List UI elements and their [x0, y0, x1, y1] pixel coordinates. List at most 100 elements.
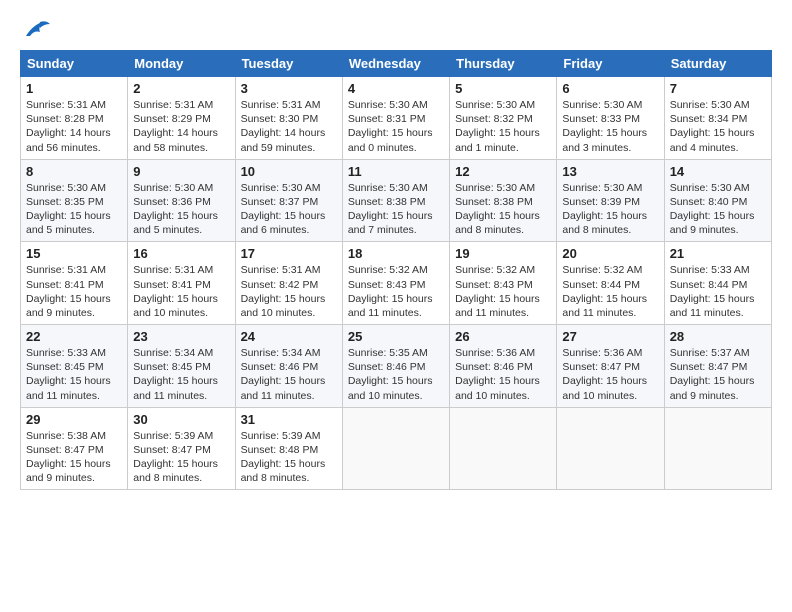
day-info: Sunrise: 5:33 AMSunset: 8:44 PMDaylight:…	[670, 263, 766, 320]
calendar-cell: 14 Sunrise: 5:30 AMSunset: 8:40 PMDayligh…	[664, 159, 771, 242]
calendar-header-friday: Friday	[557, 51, 664, 77]
calendar-cell: 2 Sunrise: 5:31 AMSunset: 8:29 PMDaylight…	[128, 77, 235, 160]
calendar-cell: 12 Sunrise: 5:30 AMSunset: 8:38 PMDayligh…	[450, 159, 557, 242]
calendar-cell: 9 Sunrise: 5:30 AMSunset: 8:36 PMDaylight…	[128, 159, 235, 242]
calendar-header-tuesday: Tuesday	[235, 51, 342, 77]
day-number: 6	[562, 81, 658, 96]
calendar-cell: 5 Sunrise: 5:30 AMSunset: 8:32 PMDaylight…	[450, 77, 557, 160]
day-info: Sunrise: 5:30 AMSunset: 8:32 PMDaylight:…	[455, 98, 551, 155]
day-info: Sunrise: 5:31 AMSunset: 8:42 PMDaylight:…	[241, 263, 337, 320]
day-number: 2	[133, 81, 229, 96]
calendar-cell: 30Sunrise: 5:39 AMSunset: 8:47 PMDayligh…	[128, 407, 235, 490]
calendar-header-row: SundayMondayTuesdayWednesdayThursdayFrid…	[21, 51, 772, 77]
day-info: Sunrise: 5:30 AMSunset: 8:36 PMDaylight:…	[133, 181, 229, 238]
day-number: 19	[455, 246, 551, 261]
day-info: Sunrise: 5:38 AMSunset: 8:47 PMDaylight:…	[26, 429, 122, 486]
calendar-header-thursday: Thursday	[450, 51, 557, 77]
day-info: Sunrise: 5:31 AMSunset: 8:30 PMDaylight:…	[241, 98, 337, 155]
day-number: 12	[455, 164, 551, 179]
day-info: Sunrise: 5:31 AMSunset: 8:29 PMDaylight:…	[133, 98, 229, 155]
day-number: 10	[241, 164, 337, 179]
calendar-cell: 11 Sunrise: 5:30 AMSunset: 8:38 PMDayligh…	[342, 159, 449, 242]
day-info: Sunrise: 5:30 AMSunset: 8:38 PMDaylight:…	[348, 181, 444, 238]
day-info: Sunrise: 5:39 AMSunset: 8:48 PMDaylight:…	[241, 429, 337, 486]
day-number: 16	[133, 246, 229, 261]
day-number: 24	[241, 329, 337, 344]
day-number: 17	[241, 246, 337, 261]
day-info: Sunrise: 5:32 AMSunset: 8:44 PMDaylight:…	[562, 263, 658, 320]
logo-bird-icon	[22, 18, 50, 40]
day-number: 28	[670, 329, 766, 344]
calendar-cell: 6 Sunrise: 5:30 AMSunset: 8:33 PMDaylight…	[557, 77, 664, 160]
day-number: 4	[348, 81, 444, 96]
calendar-cell: 1 Sunrise: 5:31 AMSunset: 8:28 PMDaylight…	[21, 77, 128, 160]
day-info: Sunrise: 5:34 AMSunset: 8:46 PMDaylight:…	[241, 346, 337, 403]
calendar-cell	[450, 407, 557, 490]
calendar-cell: 29 Sunrise: 5:38 AMSunset: 8:47 PMDayligh…	[21, 407, 128, 490]
day-number: 1	[26, 81, 122, 96]
calendar-cell: 21 Sunrise: 5:33 AMSunset: 8:44 PMDayligh…	[664, 242, 771, 325]
day-number: 26	[455, 329, 551, 344]
calendar-table: SundayMondayTuesdayWednesdayThursdayFrid…	[20, 50, 772, 490]
calendar-cell: 31 Sunrise: 5:39 AMSunset: 8:48 PMDayligh…	[235, 407, 342, 490]
day-number: 30	[133, 412, 229, 427]
day-info: Sunrise: 5:31 AMSunset: 8:41 PMDaylight:…	[133, 263, 229, 320]
calendar-cell: 26 Sunrise: 5:36 AMSunset: 8:46 PMDayligh…	[450, 325, 557, 408]
calendar-cell: 7 Sunrise: 5:30 AMSunset: 8:34 PMDaylight…	[664, 77, 771, 160]
day-info: Sunrise: 5:30 AMSunset: 8:33 PMDaylight:…	[562, 98, 658, 155]
calendar-cell	[342, 407, 449, 490]
calendar-header-sunday: Sunday	[21, 51, 128, 77]
calendar-cell: 25 Sunrise: 5:35 AMSunset: 8:46 PMDayligh…	[342, 325, 449, 408]
calendar-cell: 23 Sunrise: 5:34 AMSunset: 8:45 PMDayligh…	[128, 325, 235, 408]
day-info: Sunrise: 5:31 AMSunset: 8:28 PMDaylight:…	[26, 98, 122, 155]
calendar-header-saturday: Saturday	[664, 51, 771, 77]
day-info: Sunrise: 5:31 AMSunset: 8:41 PMDaylight:…	[26, 263, 122, 320]
day-info: Sunrise: 5:35 AMSunset: 8:46 PMDaylight:…	[348, 346, 444, 403]
day-info: Sunrise: 5:30 AMSunset: 8:38 PMDaylight:…	[455, 181, 551, 238]
calendar-cell: 16 Sunrise: 5:31 AMSunset: 8:41 PMDayligh…	[128, 242, 235, 325]
calendar-cell: 20 Sunrise: 5:32 AMSunset: 8:44 PMDayligh…	[557, 242, 664, 325]
day-info: Sunrise: 5:32 AMSunset: 8:43 PMDaylight:…	[348, 263, 444, 320]
logo	[20, 18, 50, 40]
calendar-cell: 28 Sunrise: 5:37 AMSunset: 8:47 PMDayligh…	[664, 325, 771, 408]
calendar-header-wednesday: Wednesday	[342, 51, 449, 77]
day-number: 31	[241, 412, 337, 427]
calendar-cell	[664, 407, 771, 490]
day-info: Sunrise: 5:30 AMSunset: 8:37 PMDaylight:…	[241, 181, 337, 238]
day-info: Sunrise: 5:30 AMSunset: 8:31 PMDaylight:…	[348, 98, 444, 155]
day-number: 14	[670, 164, 766, 179]
day-number: 20	[562, 246, 658, 261]
calendar-cell	[557, 407, 664, 490]
calendar-cell: 8Sunrise: 5:30 AMSunset: 8:35 PMDaylight…	[21, 159, 128, 242]
day-number: 13	[562, 164, 658, 179]
calendar-cell: 19Sunrise: 5:32 AMSunset: 8:43 PMDayligh…	[450, 242, 557, 325]
calendar-cell: 3Sunrise: 5:31 AMSunset: 8:30 PMDaylight…	[235, 77, 342, 160]
day-number: 11	[348, 164, 444, 179]
day-info: Sunrise: 5:34 AMSunset: 8:45 PMDaylight:…	[133, 346, 229, 403]
calendar-cell: 27 Sunrise: 5:36 AMSunset: 8:47 PMDayligh…	[557, 325, 664, 408]
day-number: 9	[133, 164, 229, 179]
day-number: 29	[26, 412, 122, 427]
calendar-cell: 13Sunrise: 5:30 AMSunset: 8:39 PMDayligh…	[557, 159, 664, 242]
day-number: 18	[348, 246, 444, 261]
calendar-cell: 10 Sunrise: 5:30 AMSunset: 8:37 PMDayligh…	[235, 159, 342, 242]
day-number: 21	[670, 246, 766, 261]
day-number: 23	[133, 329, 229, 344]
page-header	[20, 18, 772, 40]
calendar-cell: 4 Sunrise: 5:30 AMSunset: 8:31 PMDaylight…	[342, 77, 449, 160]
day-info: Sunrise: 5:30 AMSunset: 8:34 PMDaylight:…	[670, 98, 766, 155]
day-info: Sunrise: 5:33 AMSunset: 8:45 PMDaylight:…	[26, 346, 122, 403]
day-number: 5	[455, 81, 551, 96]
day-number: 7	[670, 81, 766, 96]
day-info: Sunrise: 5:36 AMSunset: 8:47 PMDaylight:…	[562, 346, 658, 403]
calendar-cell: 15Sunrise: 5:31 AMSunset: 8:41 PMDayligh…	[21, 242, 128, 325]
day-info: Sunrise: 5:36 AMSunset: 8:46 PMDaylight:…	[455, 346, 551, 403]
day-number: 25	[348, 329, 444, 344]
calendar-cell: 18 Sunrise: 5:32 AMSunset: 8:43 PMDayligh…	[342, 242, 449, 325]
day-number: 27	[562, 329, 658, 344]
calendar-header-monday: Monday	[128, 51, 235, 77]
day-info: Sunrise: 5:30 AMSunset: 8:40 PMDaylight:…	[670, 181, 766, 238]
calendar-cell: 22 Sunrise: 5:33 AMSunset: 8:45 PMDayligh…	[21, 325, 128, 408]
day-number: 22	[26, 329, 122, 344]
day-info: Sunrise: 5:37 AMSunset: 8:47 PMDaylight:…	[670, 346, 766, 403]
